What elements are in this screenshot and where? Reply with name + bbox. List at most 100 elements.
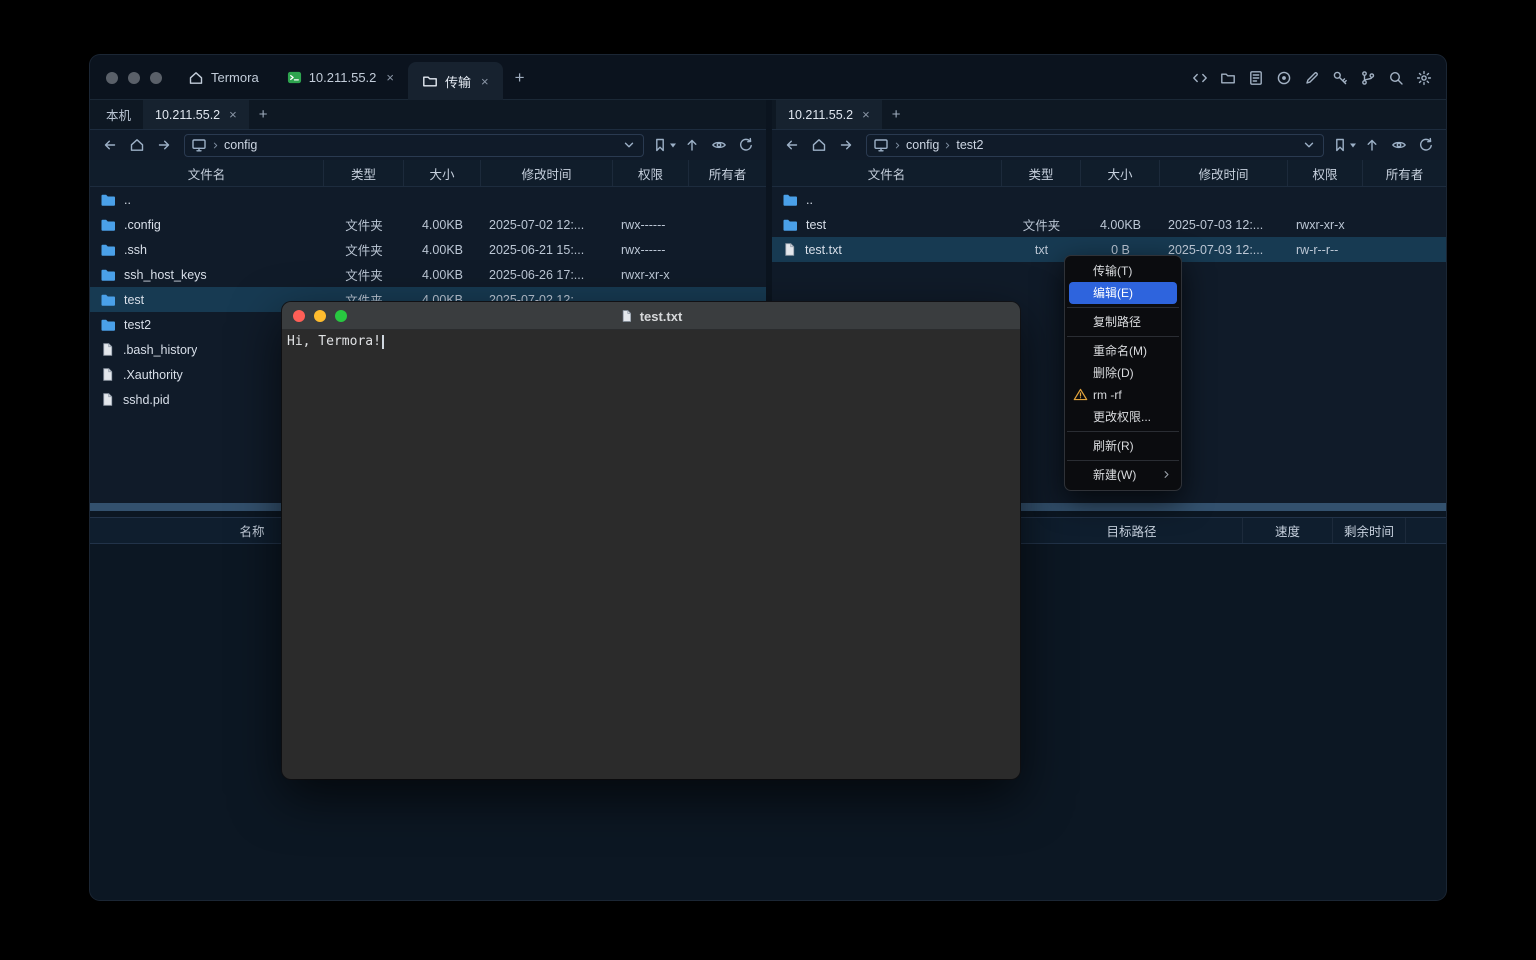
key-icon[interactable] xyxy=(1332,70,1348,86)
menu-item-label: 复制路径 xyxy=(1093,315,1141,329)
column-header[interactable]: 所有者 xyxy=(1363,160,1446,186)
column-header[interactable]: 权限 xyxy=(1288,160,1363,186)
column-header[interactable]: 修改时间 xyxy=(1160,160,1288,186)
editor-titlebar[interactable]: test.txt xyxy=(282,302,1020,330)
close-tab-icon[interactable]: × xyxy=(481,74,489,89)
gear-icon[interactable] xyxy=(1416,70,1432,86)
file-modified xyxy=(1160,187,1288,212)
left_pane-tab-1[interactable]: 10.211.55.2× xyxy=(143,100,249,129)
file-row-ssh_host_keys[interactable]: ssh_host_keys文件夹4.00KB2025-06-26 17:...r… xyxy=(90,262,766,287)
chevron-down-icon[interactable] xyxy=(1301,137,1317,153)
minimize-window-button[interactable] xyxy=(128,72,140,84)
editor-minimize-button[interactable] xyxy=(314,310,326,322)
show-hidden-button[interactable] xyxy=(707,133,731,157)
show-hidden-button[interactable] xyxy=(1387,133,1411,157)
editor-content[interactable]: Hi, Termora! xyxy=(282,330,1020,353)
column-header[interactable]: 大小 xyxy=(404,160,481,186)
screen: Termora10.211.55.2×传输×+ 本机10.211.55.2×+c… xyxy=(0,0,1536,960)
column-header[interactable]: 文件名 xyxy=(772,160,1002,186)
back-button[interactable] xyxy=(780,133,804,157)
close-tab-icon[interactable]: × xyxy=(386,70,394,85)
log-icon[interactable] xyxy=(1248,70,1264,86)
file-row-.config[interactable]: .config文件夹4.00KB2025-07-02 12:...rwx----… xyxy=(90,212,766,237)
terminal-icon xyxy=(287,70,302,85)
right_pane-tab-0[interactable]: 10.211.55.2× xyxy=(776,100,882,129)
forward-button[interactable] xyxy=(152,133,176,157)
path-segment[interactable]: config xyxy=(906,138,939,152)
record-icon[interactable] xyxy=(1276,70,1292,86)
file-name: sshd.pid xyxy=(123,393,170,407)
menu-item-8[interactable]: 更改权限... xyxy=(1069,406,1177,428)
path-bar[interactable]: config test2 xyxy=(866,134,1324,157)
right_pane-new-tab-button[interactable]: + xyxy=(882,100,911,129)
menu-item-12[interactable]: 新建(W) xyxy=(1069,464,1177,486)
file-name: .Xauthority xyxy=(123,368,183,382)
menu-item-7[interactable]: rm -rf xyxy=(1069,384,1177,406)
refresh-button[interactable] xyxy=(734,133,758,157)
file-size: 4.00KB xyxy=(404,212,481,237)
transfer-column-header[interactable]: 速度 xyxy=(1242,518,1332,543)
file-permissions xyxy=(613,187,689,212)
path-bar[interactable]: config xyxy=(184,134,644,157)
transfer-column-header[interactable]: 剩余时间 xyxy=(1332,518,1405,543)
file-row-..[interactable]: .. xyxy=(772,187,1446,212)
editor-zoom-button[interactable] xyxy=(335,310,347,322)
upload-button[interactable] xyxy=(680,133,704,157)
close-tab-icon[interactable]: × xyxy=(862,107,870,122)
file-name: test xyxy=(124,293,144,307)
column-header[interactable]: 文件名 xyxy=(90,160,324,186)
refresh-button[interactable] xyxy=(1414,133,1438,157)
column-header[interactable]: 类型 xyxy=(1002,160,1081,186)
menu-item-1[interactable]: 编辑(E) xyxy=(1069,282,1177,304)
home-button[interactable] xyxy=(807,133,831,157)
close-tab-icon[interactable]: × xyxy=(229,107,237,122)
menu-item-0[interactable]: 传输(T) xyxy=(1069,260,1177,282)
column-header[interactable]: 权限 xyxy=(613,160,689,186)
back-button[interactable] xyxy=(98,133,122,157)
path-segment[interactable]: test2 xyxy=(956,138,983,152)
column-header[interactable]: 类型 xyxy=(324,160,404,186)
bookmark-button[interactable] xyxy=(1332,133,1357,157)
file-row-.ssh[interactable]: .ssh文件夹4.00KB2025-06-21 15:...rwx------ xyxy=(90,237,766,262)
file-row-..[interactable]: .. xyxy=(90,187,766,212)
bookmark-button[interactable] xyxy=(652,133,677,157)
new-window-tab-button[interactable]: + xyxy=(503,55,537,100)
warning-icon xyxy=(1073,387,1088,402)
transfer-column-header[interactable]: 目标路径 xyxy=(1020,518,1242,543)
file-size: 4.00KB xyxy=(1081,212,1160,237)
window-tab-1[interactable]: 10.211.55.2× xyxy=(273,55,408,100)
file-owner xyxy=(689,262,766,287)
forward-button[interactable] xyxy=(834,133,858,157)
menu-item-6[interactable]: 删除(D) xyxy=(1069,362,1177,384)
folder-icon xyxy=(100,242,116,258)
menu-item-5[interactable]: 重命名(M) xyxy=(1069,340,1177,362)
path-segment[interactable]: config xyxy=(224,138,257,152)
search-icon[interactable] xyxy=(1388,70,1404,86)
folder-outline-icon[interactable] xyxy=(1220,70,1236,86)
pencil-icon[interactable] xyxy=(1304,70,1320,86)
window-tab-0[interactable]: Termora xyxy=(174,55,273,100)
home-button[interactable] xyxy=(125,133,149,157)
file-name: test xyxy=(806,218,826,232)
file-row-test[interactable]: test文件夹4.00KB2025-07-03 12:...rwxr-xr-x xyxy=(772,212,1446,237)
left_pane-new-tab-button[interactable]: + xyxy=(249,100,278,129)
left_pane-tab-0[interactable]: 本机 xyxy=(94,100,143,129)
close-window-button[interactable] xyxy=(106,72,118,84)
file-name: .. xyxy=(806,193,813,207)
file-name: ssh_host_keys xyxy=(124,268,207,282)
zoom-window-button[interactable] xyxy=(150,72,162,84)
menu-separator xyxy=(1067,460,1179,461)
editor-close-button[interactable] xyxy=(293,310,305,322)
right_pane-file-list: .. test文件夹4.00KB2025-07-03 12:...rwxr-xr-… xyxy=(772,187,1446,262)
menu-item-10[interactable]: 刷新(R) xyxy=(1069,435,1177,457)
text-caret xyxy=(382,335,384,349)
menu-item-3[interactable]: 复制路径 xyxy=(1069,311,1177,333)
column-header[interactable]: 所有者 xyxy=(689,160,766,186)
chevron-down-icon[interactable] xyxy=(621,137,637,153)
code-icon[interactable] xyxy=(1192,70,1208,86)
column-header[interactable]: 大小 xyxy=(1081,160,1160,186)
column-header[interactable]: 修改时间 xyxy=(481,160,613,186)
window-tab-2[interactable]: 传输× xyxy=(408,62,503,100)
branch-icon[interactable] xyxy=(1360,70,1376,86)
upload-button[interactable] xyxy=(1360,133,1384,157)
